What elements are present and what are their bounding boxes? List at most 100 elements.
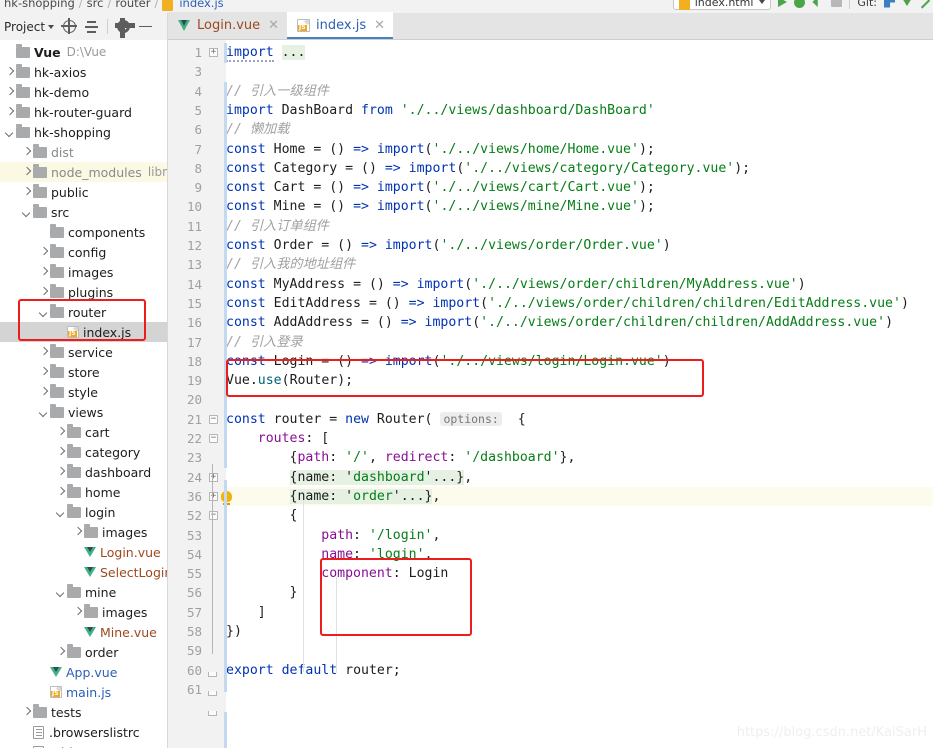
breadcrumb-item-2[interactable]: router (115, 0, 150, 10)
fold-collapse-icon[interactable]: − (209, 434, 218, 443)
tree-item-index-js[interactable]: JS index.js (0, 322, 167, 342)
chevron-right-icon[interactable] (38, 387, 49, 398)
chevron-right-icon[interactable] (55, 427, 66, 438)
tree-item-home[interactable]: home (0, 482, 167, 502)
push-icon[interactable] (919, 0, 931, 8)
chevron-right-icon[interactable] (55, 467, 66, 478)
tree-item-hk-router-guard[interactable]: hk-router-guard (0, 102, 167, 122)
code-line[interactable]: path: '/login', (226, 526, 440, 545)
code-line[interactable]: const AddAddress = () => import('./../vi… (226, 313, 893, 332)
tree-item-plugins[interactable]: plugins (0, 282, 167, 302)
code-line[interactable]: export default router; (226, 661, 401, 680)
chevron-right-icon[interactable] (72, 607, 83, 618)
code-line[interactable]: routes: [ (226, 429, 329, 448)
chevron-right-icon[interactable] (38, 267, 49, 278)
chevron-right-icon[interactable] (38, 287, 49, 298)
coverage-icon[interactable] (812, 0, 818, 7)
chevron-right-icon[interactable] (72, 527, 83, 538)
run-icon[interactable] (778, 0, 788, 7)
tree-item-service[interactable]: service (0, 342, 167, 362)
tree-item-cart[interactable]: cart (0, 422, 167, 442)
fold-region-end[interactable] (208, 711, 217, 716)
project-view-selector[interactable]: Project (4, 20, 55, 34)
project-tree[interactable]: Vue D:\Vue hk-axios hk-demo hk-router-guard h… (0, 40, 168, 748)
update-project-icon[interactable] (884, 0, 895, 8)
tab-index-js[interactable]: JS index.js ✕ (287, 12, 394, 39)
code-line[interactable]: {name: 'order'...}, (226, 487, 440, 506)
code-line[interactable]: name: 'login', (226, 545, 432, 564)
tree-item-hk-axios[interactable]: hk-axios (0, 62, 167, 82)
tree-item-config[interactable]: config (0, 242, 167, 262)
code-line[interactable]: const router = new Router( options: { (226, 410, 526, 429)
code-line[interactable]: // 懒加载 (226, 120, 289, 139)
close-icon[interactable]: ✕ (268, 19, 279, 32)
code-line[interactable]: ] (226, 603, 266, 622)
tree-item-dist[interactable]: dist (0, 142, 167, 162)
target-icon[interactable] (61, 18, 78, 34)
chevron-right-icon[interactable] (55, 487, 66, 498)
chevron-right-icon[interactable] (21, 187, 32, 198)
tree-item-hk-demo[interactable]: hk-demo (0, 82, 167, 102)
code-editor[interactable]: 1 3 4 5 6 7 8 9 10 11 12 13 14 15 16 17 18 19 20 21 22 23 24 36… (168, 40, 933, 748)
chevron-right-icon[interactable] (55, 647, 66, 658)
chevron-down-icon[interactable] (55, 587, 66, 598)
tree-item-style[interactable]: style (0, 382, 167, 402)
tree-item-vue[interactable]: Vue D:\Vue (0, 42, 167, 62)
code-line[interactable]: const MyAddress = () => import('./../vie… (226, 275, 806, 294)
commit-icon[interactable] (902, 0, 912, 6)
tree-item-tests[interactable]: tests (0, 702, 167, 722)
tree-item-images[interactable]: images (0, 602, 167, 622)
code-line[interactable]: const Home = () => import('./../views/ho… (226, 140, 655, 159)
code-line[interactable]: {name: 'dashboard'...}, (226, 468, 472, 487)
fold-collapse-icon[interactable]: − (209, 511, 218, 521)
chevron-right-icon[interactable] (4, 107, 15, 118)
code-line[interactable]: // 引入我的地址组件 (226, 255, 355, 274)
tree-item-browserslistrc[interactable]: .browserslistrc (0, 722, 167, 742)
tab-login-vue[interactable]: Login.vue ✕ (168, 12, 288, 39)
code-line[interactable]: // 引入订单组件 (226, 217, 329, 236)
chevron-down-icon[interactable] (55, 507, 66, 518)
code-line[interactable]: const Category = () => import('./../view… (226, 159, 750, 178)
fold-expand-icon[interactable]: + (209, 491, 218, 501)
chevron-down-icon[interactable] (38, 407, 49, 418)
tree-item-src[interactable]: src (0, 202, 167, 222)
chevron-down-icon[interactable] (4, 127, 15, 138)
debug-icon[interactable] (794, 0, 806, 8)
code-line[interactable]: { (226, 506, 298, 525)
code-line[interactable]: component: Login (226, 564, 448, 583)
tree-item-components[interactable]: components (0, 222, 167, 242)
breadcrumb-item-0[interactable]: hk-shopping (4, 0, 75, 10)
code-line[interactable]: }) (226, 622, 242, 641)
fold-region-end[interactable] (208, 691, 217, 696)
code-line[interactable]: import DashBoard from './../views/dashbo… (226, 101, 655, 120)
collapse-all-icon[interactable] (85, 20, 99, 33)
code-line[interactable]: import ... (226, 43, 306, 62)
code-line[interactable]: const Cart = () => import('./../views/ca… (226, 178, 655, 197)
chevron-right-icon[interactable] (21, 167, 32, 178)
tree-item-images[interactable]: images (0, 262, 167, 282)
code-content[interactable]: import ... // 引入一级组件 import DashBoard from… (226, 40, 933, 748)
chevron-right-icon[interactable] (38, 347, 49, 358)
tree-item-main-js[interactable]: JS main.js (0, 682, 167, 702)
fold-expand-icon[interactable]: + (209, 48, 218, 57)
breadcrumb-file[interactable]: index.js (179, 0, 223, 10)
fold-expand-icon[interactable]: + (209, 472, 218, 482)
tree-item-app-vue[interactable]: App.vue (0, 662, 167, 682)
code-line[interactable]: Vue.use(Router); (226, 371, 353, 390)
breadcrumb[interactable]: hk-shopping / src / router / index.js (4, 0, 224, 11)
code-line[interactable]: {path: '/', redirect: '/dashboard'}, (226, 448, 576, 467)
chevron-down-icon[interactable] (21, 207, 32, 218)
chevron-right-icon[interactable] (38, 367, 49, 378)
tree-item-order[interactable]: order (0, 642, 167, 662)
tree-item-node-modules[interactable]: node_modules library root (0, 162, 167, 182)
stop-icon[interactable] (831, 0, 843, 7)
code-line[interactable]: const Order = () => import('./../views/o… (226, 236, 671, 255)
code-line[interactable]: const Mine = () => import('./../views/mi… (226, 197, 655, 216)
tree-item-login[interactable]: login (0, 502, 167, 522)
tree-item-views[interactable]: views (0, 402, 167, 422)
tree-item-images[interactable]: images (0, 522, 167, 542)
tree-item-login-vue[interactable]: Login.vue (0, 542, 167, 562)
tree-item-category[interactable]: category (0, 442, 167, 462)
tree-item-store[interactable]: store (0, 362, 167, 382)
chevron-right-icon[interactable] (4, 67, 15, 78)
